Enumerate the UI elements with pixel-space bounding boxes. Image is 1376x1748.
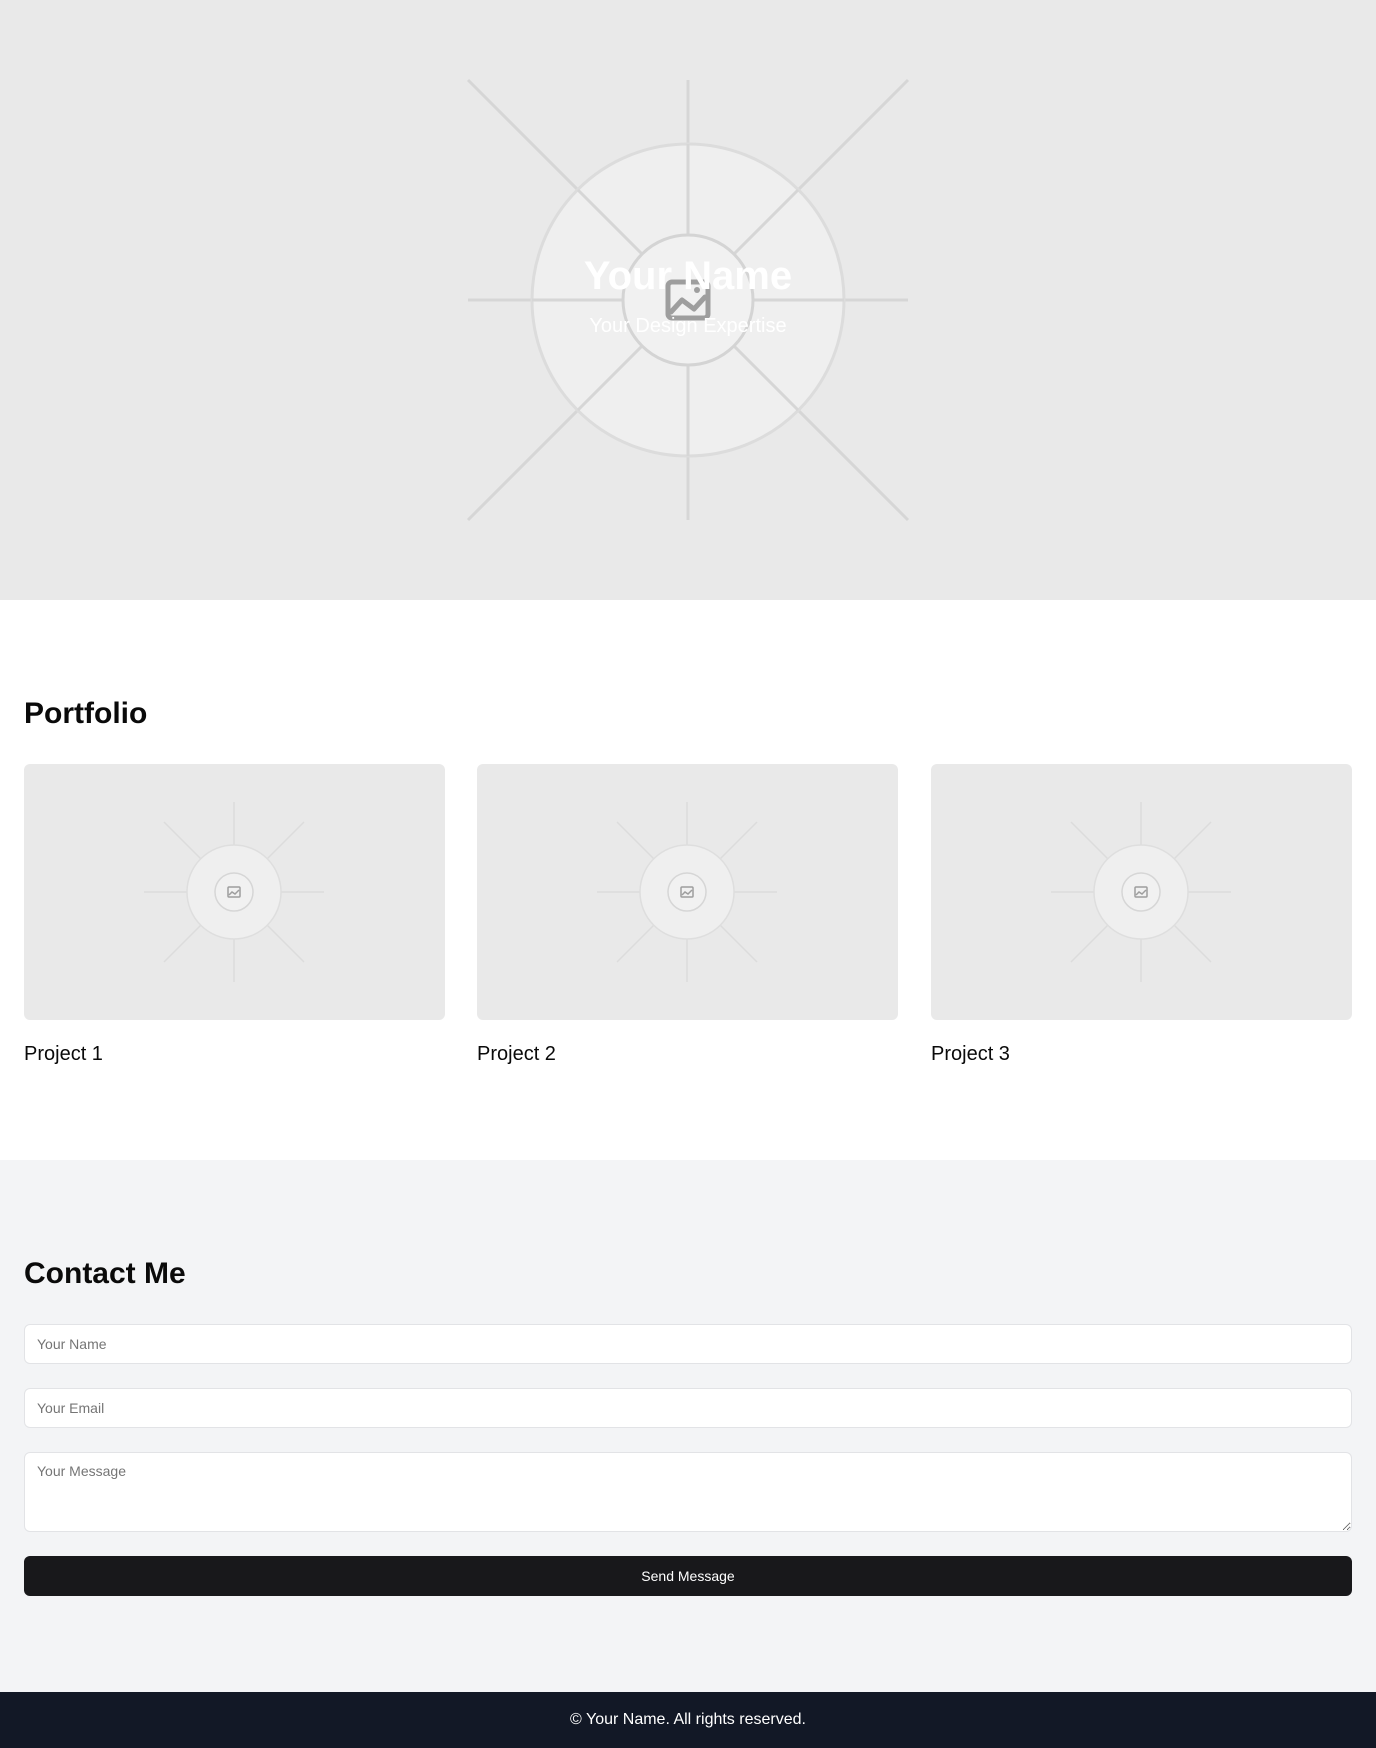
project-image[interactable] (24, 764, 445, 1020)
project-card[interactable]: Project 3 (931, 764, 1352, 1068)
portfolio-title: Portfolio (24, 697, 148, 730)
portfolio-section: Portfolio Project 1 Project 2 Project 3 (0, 600, 1376, 1160)
project-card[interactable]: Project 1 (24, 764, 445, 1068)
project-title: Project 3 (931, 1043, 1010, 1065)
image-placeholder-icon (1051, 802, 1231, 982)
footer: © Your Name. All rights reserved. (0, 1692, 1376, 1748)
send-message-button[interactable]: Send Message (24, 1556, 1352, 1596)
email-input[interactable] (24, 1388, 1352, 1428)
hero-title: Your Name (583, 254, 793, 298)
hero-section: Your Name Your Design Expertise (0, 0, 1376, 600)
image-placeholder-icon (597, 802, 777, 982)
hero-text: Your Name Your Design Expertise (0, 250, 1376, 340)
project-title: Project 2 (477, 1043, 556, 1065)
project-title: Project 1 (24, 1043, 103, 1065)
project-image[interactable] (477, 764, 898, 1020)
message-textarea[interactable] (24, 1452, 1352, 1532)
image-placeholder-icon (144, 802, 324, 982)
hero-subtitle: Your Design Expertise (589, 315, 787, 337)
name-input[interactable] (24, 1324, 1352, 1364)
contact-title: Contact Me (24, 1257, 186, 1290)
contact-section: Contact Me Send Message (0, 1160, 1376, 1692)
project-image[interactable] (931, 764, 1352, 1020)
footer-copyright: © Your Name. All rights reserved. (570, 1711, 806, 1728)
project-card[interactable]: Project 2 (477, 764, 898, 1068)
